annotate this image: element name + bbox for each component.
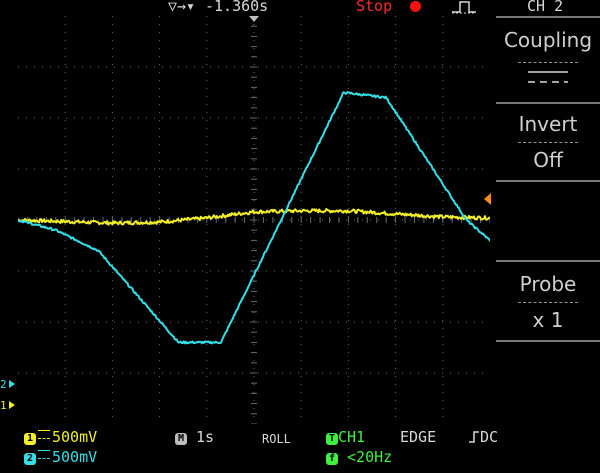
waveform-plot	[18, 16, 490, 424]
dc-coupling-icon	[528, 71, 568, 83]
ch1-ground-arrow-icon	[9, 401, 15, 409]
ch1-scale-readout[interactable]: 1 500mV	[24, 428, 97, 446]
status-header: ▽→▾ -1.360s Stop CH 2	[0, 0, 600, 16]
invert-title: Invert	[518, 112, 578, 136]
trigger-coupling-readout[interactable]: DC	[468, 428, 498, 446]
ch2-scale-readout[interactable]: 2 500mV	[24, 448, 97, 466]
side-menu: Coupling Invert Off Probe x 1	[496, 16, 600, 424]
ch1-badge: 1	[24, 433, 36, 445]
ch2-ground-marker: 2	[0, 378, 7, 391]
menu-divider	[518, 62, 578, 63]
trigger-time-marker-icon	[249, 16, 259, 22]
dc-coupling-icon	[38, 430, 50, 439]
timebase-readout[interactable]: M 1s	[175, 428, 214, 446]
trigger-source: CH1	[338, 428, 366, 446]
ch2-ground-arrow-icon	[9, 380, 15, 388]
menu-divider	[518, 302, 578, 303]
horizontal-offset: -1.360s	[205, 0, 269, 15]
ch1-scale-value: 500mV	[52, 428, 98, 446]
timebase-badge: M	[175, 433, 187, 445]
rising-edge-icon	[452, 1, 476, 14]
run-status-dot[interactable]	[410, 1, 421, 12]
frequency-readout: f <20Hz	[326, 448, 392, 466]
waveform-display	[18, 16, 490, 424]
trigger-type: EDGE	[400, 428, 437, 446]
ch1-ground-marker: 1	[0, 399, 7, 412]
invert-menu[interactable]: Invert Off	[496, 102, 600, 180]
ch2-scale-value: 500mV	[52, 448, 98, 466]
channel-ground-markers: 2 1	[0, 378, 15, 412]
menu-divider	[518, 142, 578, 143]
status-bar: 1 500mV 2 500mV M 1s ROLL T CH1 EDGE DC f <…	[0, 424, 600, 473]
ch2-badge: 2	[24, 453, 36, 465]
invert-value: Off	[533, 148, 563, 172]
probe-value: x 1	[532, 308, 564, 332]
blank-menu	[496, 340, 600, 426]
blank-menu	[496, 180, 600, 258]
trigger-position-icon: ▽→▾	[168, 0, 196, 15]
trigger-source-readout[interactable]: T CH1	[326, 428, 365, 446]
run-status-label: Stop	[356, 0, 393, 15]
acquisition-mode: ROLL	[262, 432, 291, 446]
probe-menu[interactable]: Probe x 1	[496, 260, 600, 338]
menu-channel-title: CH 2	[527, 0, 564, 15]
timebase-value: 1s	[196, 428, 215, 446]
coupling-menu[interactable]: Coupling	[496, 16, 600, 102]
trigger-badge: T	[326, 433, 338, 445]
frequency-value: <20Hz	[347, 448, 393, 466]
trigger-coupling: DC	[480, 428, 499, 446]
frequency-badge: f	[326, 453, 338, 465]
probe-title: Probe	[519, 272, 577, 296]
trigger-level-icon[interactable]	[482, 192, 492, 206]
coupling-title: Coupling	[503, 28, 593, 52]
dc-coupling-icon	[38, 450, 50, 459]
graticule	[18, 16, 490, 424]
rising-slope-icon	[469, 431, 479, 443]
